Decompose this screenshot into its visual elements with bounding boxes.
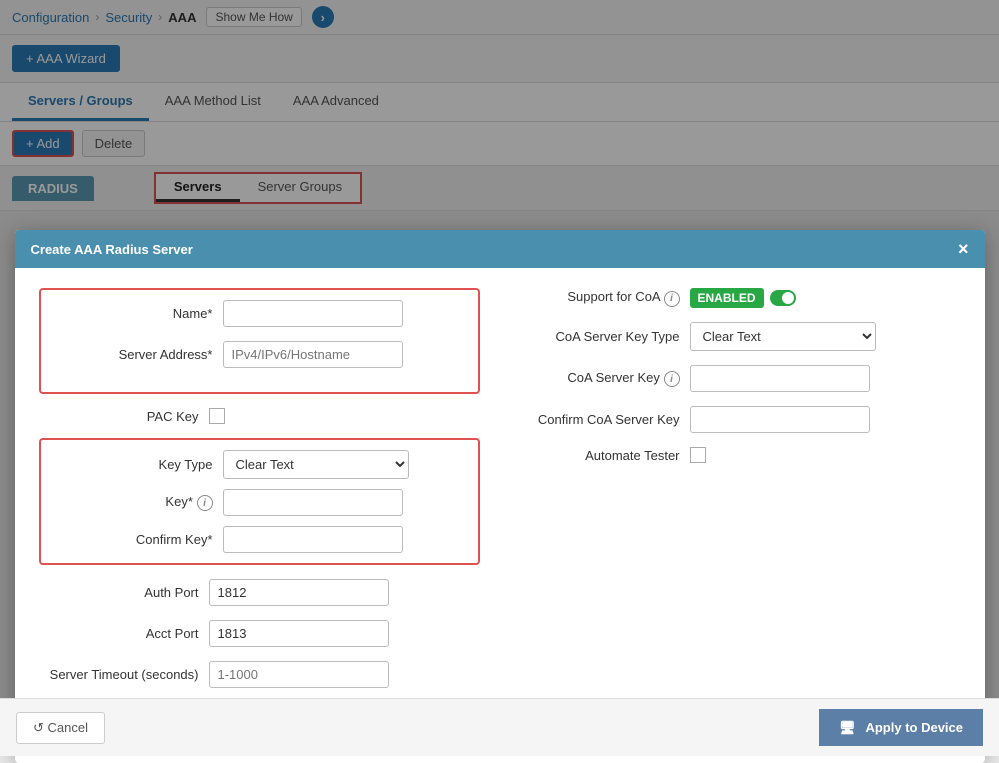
- support-coa-toggle-group[interactable]: ENABLED: [690, 288, 796, 308]
- key-row: Key* i: [53, 489, 466, 516]
- key-type-select[interactable]: Clear Text Encrypted: [223, 450, 409, 479]
- modal-left-col: Name* Server Address* PAC Key Key Type: [39, 288, 480, 743]
- coa-key-input[interactable]: [690, 365, 870, 392]
- automate-tester-row: Automate Tester: [520, 447, 961, 463]
- pac-key-label: PAC Key: [39, 409, 199, 424]
- cancel-button[interactable]: Cancel: [16, 712, 105, 744]
- key-type-label: Key Type: [53, 457, 213, 472]
- confirm-key-input[interactable]: [223, 526, 403, 553]
- toggle-switch[interactable]: [770, 290, 796, 306]
- acct-port-row: Acct Port: [39, 620, 480, 647]
- auth-port-label: Auth Port: [39, 585, 199, 600]
- automate-tester-checkbox[interactable]: [690, 447, 706, 463]
- key-group: Key Type Clear Text Encrypted Key* i Con…: [39, 438, 480, 565]
- name-label: Name*: [53, 306, 213, 321]
- confirm-coa-key-input[interactable]: [690, 406, 870, 433]
- support-coa-label: Support for CoA i: [520, 289, 680, 307]
- automate-tester-label: Automate Tester: [520, 448, 680, 463]
- name-input[interactable]: [223, 300, 403, 327]
- create-aaa-radius-server-modal: Create AAA Radius Server × Name* Server …: [15, 230, 985, 763]
- pac-key-row: PAC Key: [39, 408, 480, 424]
- name-row: Name*: [53, 300, 466, 327]
- name-server-group: Name* Server Address*: [39, 288, 480, 394]
- pac-key-checkbox[interactable]: [209, 408, 225, 424]
- confirm-coa-key-row: Confirm CoA Server Key: [520, 406, 961, 433]
- confirm-coa-key-label: Confirm CoA Server Key: [520, 412, 680, 427]
- modal-title: Create AAA Radius Server: [31, 242, 193, 257]
- key-type-row: Key Type Clear Text Encrypted: [53, 450, 466, 479]
- server-address-input[interactable]: [223, 341, 403, 368]
- apply-icon: 🖥: [839, 720, 856, 735]
- server-address-label: Server Address*: [53, 347, 213, 362]
- acct-port-input[interactable]: [209, 620, 389, 647]
- apply-to-device-button[interactable]: 🖥 Apply to Device: [819, 709, 983, 746]
- server-timeout-label: Server Timeout (seconds): [39, 667, 199, 682]
- acct-port-label: Acct Port: [39, 626, 199, 641]
- modal-close-button[interactable]: ×: [958, 240, 969, 258]
- confirm-key-label: Confirm Key*: [53, 532, 213, 547]
- server-timeout-row: Server Timeout (seconds): [39, 661, 480, 688]
- key-input[interactable]: [223, 489, 403, 516]
- server-timeout-input[interactable]: [209, 661, 389, 688]
- modal-footer: Cancel 🖥 Apply to Device: [0, 698, 999, 756]
- confirm-key-row: Confirm Key*: [53, 526, 466, 553]
- modal-right-col: Support for CoA i ENABLED CoA Server Key…: [520, 288, 961, 743]
- key-info-icon: i: [197, 495, 213, 511]
- modal-body: Name* Server Address* PAC Key Key Type: [15, 268, 985, 763]
- coa-key-type-label: CoA Server Key Type: [520, 329, 680, 344]
- coa-info-icon: i: [664, 291, 680, 307]
- coa-key-type-select[interactable]: Clear Text Encrypted: [690, 322, 876, 351]
- toggle-enabled-label: ENABLED: [690, 288, 764, 308]
- coa-key-type-row: CoA Server Key Type Clear Text Encrypted: [520, 322, 961, 351]
- auth-port-input[interactable]: [209, 579, 389, 606]
- auth-port-row: Auth Port: [39, 579, 480, 606]
- key-label: Key* i: [53, 494, 213, 512]
- server-address-row: Server Address*: [53, 341, 466, 368]
- coa-key-label: CoA Server Key i: [520, 370, 680, 388]
- coa-key-row: CoA Server Key i: [520, 365, 961, 392]
- apply-label: Apply to Device: [865, 720, 963, 735]
- modal-header: Create AAA Radius Server ×: [15, 230, 985, 268]
- coa-key-info-icon: i: [664, 371, 680, 387]
- support-coa-row: Support for CoA i ENABLED: [520, 288, 961, 308]
